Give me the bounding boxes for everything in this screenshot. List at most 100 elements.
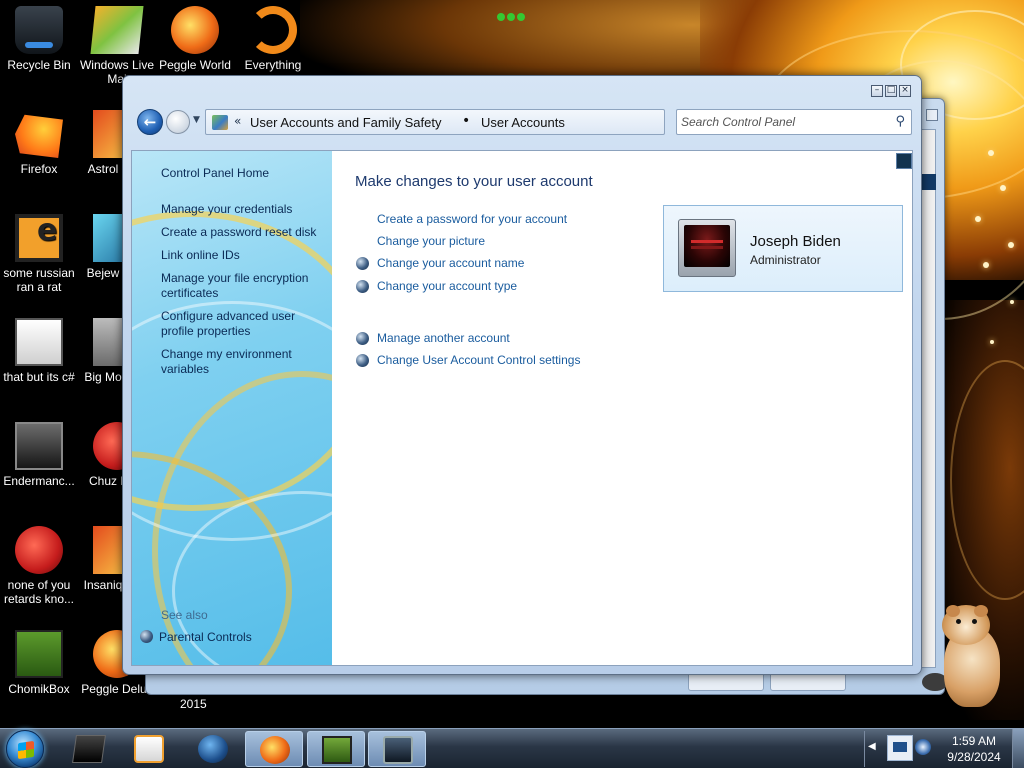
- breadcrumb-family-safety[interactable]: User Accounts and Family Safety: [250, 115, 441, 130]
- back-button[interactable]: ←: [137, 109, 163, 135]
- avatar[interactable]: [678, 219, 736, 277]
- control-panel-home-link[interactable]: Control Panel Home: [161, 166, 326, 181]
- start-button[interactable]: [6, 730, 44, 768]
- media-player-icon: [134, 735, 164, 763]
- advanced-profile-properties-link[interactable]: Configure advanced user profile properti…: [161, 309, 326, 339]
- breadcrumb-overflow-icon[interactable]: «: [234, 114, 241, 128]
- change-account-name-link[interactable]: Change your account name: [377, 256, 524, 270]
- background-window-marker: [920, 174, 936, 190]
- desktop-icon-peggle-world[interactable]: Peggle World: [156, 6, 234, 72]
- manage-another-account-link[interactable]: Manage another account: [377, 331, 510, 345]
- environment-variables-link[interactable]: Change my environment variables: [161, 347, 326, 377]
- close-button[interactable]: ×: [899, 85, 911, 97]
- clock-time: 1:59 AM: [951, 734, 997, 748]
- shield-icon: [356, 280, 369, 293]
- create-password-link[interactable]: Create a password for your account: [377, 212, 567, 226]
- search-box[interactable]: ⚲: [676, 109, 912, 135]
- screen-app-icon: [383, 736, 413, 764]
- account-role: Administrator: [750, 253, 821, 267]
- desktop-icon-csharp[interactable]: that but its c#: [0, 318, 78, 384]
- breadcrumb-user-accounts[interactable]: User Accounts: [481, 115, 565, 130]
- windows-stack-icon: [15, 318, 63, 366]
- desktop-icon-chomikbox[interactable]: ChomikBox: [0, 630, 78, 696]
- desktop-icon-label: Endermanc...: [3, 474, 75, 488]
- desktop-icon-none-of-you[interactable]: none of you retards kno...: [0, 526, 78, 606]
- desktop-stray-label: 2015: [180, 697, 207, 711]
- taskbar-chomikbox[interactable]: [307, 731, 365, 767]
- show-desktop-button[interactable]: [1012, 729, 1024, 768]
- shield-icon: [356, 257, 369, 270]
- clock-date: 9/28/2024: [947, 750, 1001, 764]
- system-clock[interactable]: 1:59 AM 9/28/2024: [940, 733, 1008, 765]
- account-card: Joseph Biden Administrator: [663, 205, 903, 292]
- navigation-bar: ← ▼ « User Accounts and Family Safety • …: [135, 107, 912, 137]
- desktop-icon-russian-rat[interactable]: some russian ran a rat: [0, 214, 78, 294]
- caption-buttons: – □ ×: [871, 85, 911, 97]
- firefox-icon: [15, 114, 63, 158]
- minimize-button[interactable]: –: [871, 85, 883, 97]
- desktop-icon-label: Recycle Bin: [7, 58, 71, 72]
- peggle-icon: [171, 6, 219, 54]
- desktop-icon-label: that but its c#: [3, 370, 75, 384]
- chomikbox-icon: [322, 736, 352, 764]
- search-icon[interactable]: ⚲: [895, 114, 905, 129]
- user-accounts-window[interactable]: – □ × ← ▼ « User Accounts and Family Saf…: [122, 75, 922, 675]
- taskbar-browser[interactable]: [184, 731, 242, 767]
- link-online-ids-link[interactable]: Link online IDs: [161, 248, 326, 263]
- control-panel-icon: [212, 115, 228, 130]
- desktop-icon-everything[interactable]: Everything: [234, 6, 312, 72]
- window-content: Control Panel Home Manage your credentia…: [131, 150, 913, 666]
- green-lights-decoration: [497, 6, 527, 21]
- desktop-icon-recycle-bin[interactable]: Recycle Bin: [0, 6, 78, 72]
- breadcrumb-separator[interactable]: •: [462, 113, 470, 129]
- uac-settings-link[interactable]: Change User Account Control settings: [377, 353, 580, 367]
- shield-icon: [356, 354, 369, 367]
- recycle-bin-icon: [15, 6, 63, 54]
- maximize-button[interactable]: □: [885, 85, 897, 97]
- desktop-icon-label: Everything: [244, 58, 302, 72]
- desktop-icon-label: Firefox: [20, 162, 58, 176]
- taskbar: ◀ 1:59 AM 9/28/2024: [0, 728, 1024, 768]
- parental-controls-link[interactable]: Parental Controls: [140, 630, 252, 644]
- tray-overflow-icon[interactable]: ◀: [868, 741, 876, 752]
- taskbar-dark-app[interactable]: [60, 731, 118, 767]
- account-name: Joseph Biden: [750, 233, 841, 250]
- desktop-icon-windows-live[interactable]: Windows Live Mai: [78, 6, 156, 86]
- window-icon: [15, 422, 63, 470]
- globe-browser-icon: [198, 735, 228, 763]
- recent-pages-dropdown-icon[interactable]: ▼: [193, 115, 200, 125]
- desktop-icon-label: some russian ran a rat: [3, 266, 75, 294]
- desktop-icon-label: none of you retards kno...: [3, 578, 75, 606]
- taskbar-peggle[interactable]: [245, 731, 303, 767]
- shield-icon: [356, 332, 369, 345]
- tray-display-icon[interactable]: [887, 735, 913, 761]
- chomikbox-icon: [15, 630, 63, 678]
- forward-button[interactable]: [166, 110, 190, 134]
- peggle-icon: [260, 736, 290, 764]
- folders-icon: [90, 6, 144, 54]
- page-title: Make changes to your user account: [355, 173, 593, 190]
- password-reset-disk-link[interactable]: Create a password reset disk: [161, 225, 326, 240]
- search-input[interactable]: [681, 113, 886, 131]
- see-also-heading: See also: [161, 608, 208, 622]
- close-icon[interactable]: [926, 109, 938, 121]
- parental-controls-label: Parental Controls: [159, 630, 252, 644]
- hamster-gadget[interactable]: [922, 605, 1006, 709]
- manage-credentials-link[interactable]: Manage your credentials: [161, 202, 326, 217]
- task-pane: Control Panel Home Manage your credentia…: [132, 151, 332, 665]
- everything-icon: [249, 6, 297, 54]
- desktop-icon-endermanch[interactable]: Endermanc...: [0, 422, 78, 488]
- taskbar-media-player[interactable]: [120, 731, 178, 767]
- change-picture-link[interactable]: Change your picture: [377, 234, 485, 248]
- tray-network-icon[interactable]: [915, 739, 931, 755]
- change-account-type-link[interactable]: Change your account type: [377, 279, 517, 293]
- file-encryption-certificates-link[interactable]: Manage your file encryption certificates: [161, 271, 326, 301]
- red-ball-icon: [15, 526, 63, 574]
- desktop-icon-firefox[interactable]: Firefox: [0, 110, 78, 176]
- address-bar[interactable]: « User Accounts and Family Safety • User…: [205, 109, 724, 135]
- main-pane: Make changes to your user account Create…: [332, 151, 912, 665]
- dark-app-icon: [72, 735, 106, 763]
- taskbar-screen-app[interactable]: [368, 731, 426, 767]
- shield-icon: [140, 630, 153, 643]
- desktop-icon-label: Peggle World: [159, 58, 231, 72]
